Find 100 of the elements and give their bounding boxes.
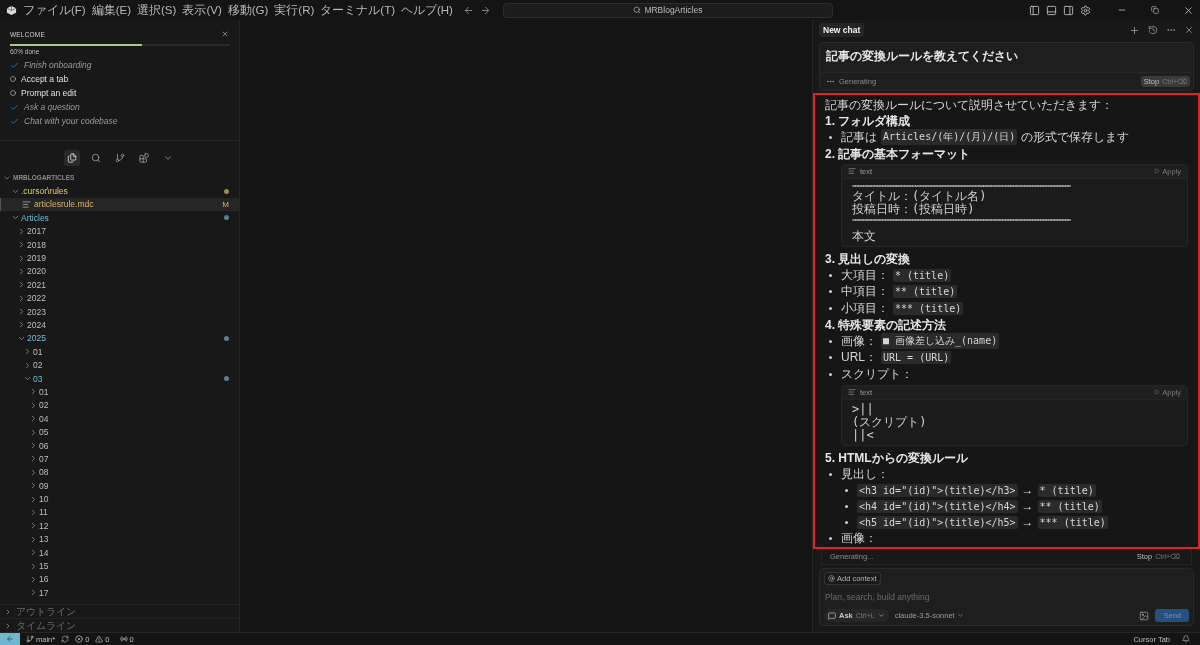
settings-icon[interactable] xyxy=(1080,4,1091,16)
forward-icon[interactable] xyxy=(479,4,491,16)
menu-item[interactable]: 移動(G) xyxy=(227,2,269,18)
menu-item[interactable]: ファイル(F) xyxy=(23,2,86,18)
inline-code: <h4 id="(id)">(title)</h4> xyxy=(857,499,1018,513)
tree-item[interactable]: 2024 xyxy=(0,318,239,332)
tree-item[interactable]: 2019 xyxy=(0,251,239,265)
tree-item[interactable]: 15 xyxy=(0,559,239,573)
bullet-dot xyxy=(829,135,832,139)
bullet-dot xyxy=(845,520,848,524)
task-label[interactable]: Finish onboarding xyxy=(24,60,92,70)
history-icon[interactable] xyxy=(1148,25,1158,35)
tree-item[interactable]: 02 xyxy=(0,358,239,372)
back-icon[interactable] xyxy=(462,4,474,16)
panel-left-icon[interactable] xyxy=(1029,4,1040,16)
bullet-text: 小項目： xyxy=(841,299,889,317)
menu-item[interactable]: ターミナル(T) xyxy=(320,2,395,18)
tree-item[interactable]: 02 xyxy=(0,398,239,413)
menu-item[interactable]: 実行(R) xyxy=(274,2,315,18)
inline-code: *** (title) xyxy=(893,301,964,315)
response-heading: 5. HTMLからの変換ルール xyxy=(825,449,969,466)
tree-item[interactable]: 05 xyxy=(0,425,239,439)
tree-item[interactable]: .cursor\rules xyxy=(0,184,239,198)
task-label[interactable]: Accept a tab xyxy=(21,74,69,84)
tree-item[interactable]: 08 xyxy=(0,465,239,479)
search-icon xyxy=(633,6,642,14)
panel-bottom-icon[interactable] xyxy=(1046,4,1057,16)
tree-item[interactable]: 09 xyxy=(0,479,239,493)
tree-item[interactable]: Articles xyxy=(0,211,239,225)
image-icon[interactable] xyxy=(1139,610,1150,621)
close-icon[interactable] xyxy=(1184,25,1194,35)
query-text: 記事の変換ルールを教えてください xyxy=(820,43,1193,73)
inline-code: *** (title) xyxy=(1037,515,1108,529)
bullet-dot xyxy=(829,472,832,476)
panel-title: タイムライン xyxy=(16,618,76,633)
bullet-dot xyxy=(829,372,832,376)
code-line: 投稿日時：(投稿日時) xyxy=(852,202,975,216)
arrow-icon xyxy=(6,635,14,643)
sync-icon[interactable] xyxy=(61,635,70,643)
menu-item[interactable]: 編集(E) xyxy=(91,2,132,18)
chat-tab[interactable]: New chat xyxy=(819,23,865,37)
bullet-dot xyxy=(829,537,832,541)
prompt-input[interactable]: Plan, search, build anything xyxy=(824,590,1189,604)
task-label[interactable]: Chat with your codebase xyxy=(24,116,118,126)
plus-icon[interactable] xyxy=(1129,24,1140,36)
warning-icon xyxy=(95,635,104,643)
bullet-text: スクリプト： xyxy=(841,365,913,383)
tree-item[interactable]: 2018 xyxy=(0,237,239,252)
bullet-dot xyxy=(829,306,832,310)
task-label[interactable]: Ask a question xyxy=(24,102,80,112)
bullet-text: URL： xyxy=(841,349,877,367)
menu-item[interactable]: 表示(V) xyxy=(182,2,222,18)
response-heading: 1. フォルダ構成 xyxy=(825,113,912,129)
tree-item[interactable]: 2025 xyxy=(0,331,239,346)
tree-item[interactable]: 2023 xyxy=(0,304,239,319)
at-sign-icon xyxy=(828,575,835,582)
close-icon[interactable] xyxy=(221,30,229,38)
panel-right-icon[interactable] xyxy=(1063,4,1074,16)
tree-item[interactable]: 10 xyxy=(0,492,239,506)
inline-code: URL = (URL) xyxy=(881,351,952,365)
code-line: (スクリプト) xyxy=(852,415,928,429)
inline-code: ** (title) xyxy=(893,285,958,299)
tree-item[interactable]: 2017 xyxy=(0,224,239,238)
menu-item[interactable]: 選択(S) xyxy=(137,2,177,18)
search-field[interactable]: MRBlogArticles xyxy=(502,2,833,18)
inline-code: <h5 id="(id)">(title)</h5> xyxy=(857,515,1018,529)
tree-item[interactable]: 2022 xyxy=(0,291,239,305)
bullet-text: の形式で保存します xyxy=(1021,128,1130,146)
tree-item[interactable]: 07 xyxy=(0,452,239,466)
task-label[interactable]: Prompt an edit xyxy=(21,88,77,98)
menu-item[interactable]: ヘルプ(H) xyxy=(401,2,453,18)
tree-item[interactable]: 04 xyxy=(0,412,239,426)
bullet-text: 中項目： xyxy=(841,283,889,301)
branch-icon xyxy=(26,635,34,643)
tree-item[interactable]: 06 xyxy=(0,438,239,453)
tree-item[interactable]: 16 xyxy=(0,572,239,587)
tree-item[interactable]: 01 xyxy=(0,345,239,359)
explorer-icon[interactable] xyxy=(63,150,80,166)
code-line: ||< xyxy=(852,428,874,442)
tree-item[interactable]: 03 xyxy=(0,371,239,386)
tree-item[interactable]: 2020 xyxy=(0,264,239,279)
tree-item[interactable]: 14 xyxy=(0,545,239,560)
app-logo-icon xyxy=(6,4,17,16)
tree-item[interactable]: 11 xyxy=(0,505,239,520)
bell-icon[interactable] xyxy=(1182,635,1190,643)
close-icon[interactable] xyxy=(1183,4,1194,16)
bullet-dot xyxy=(829,273,832,277)
tree-item[interactable]: 17 xyxy=(0,586,239,600)
response-text: 記事の変換ルールについて説明させていただきます： xyxy=(825,97,1114,113)
restore-icon[interactable] xyxy=(1151,6,1159,14)
tree-item[interactable]: 13 xyxy=(0,532,239,546)
dots-icon xyxy=(826,77,835,86)
inline-code: ** (title) xyxy=(1037,499,1102,513)
tree-item[interactable]: 12 xyxy=(0,519,239,533)
tree-item[interactable]: 01 xyxy=(0,385,239,399)
inline-code: * (title) xyxy=(893,268,952,282)
bullet-text: 画像： xyxy=(841,332,877,350)
tree-item[interactable]: 2021 xyxy=(0,278,239,292)
bullet-text: → xyxy=(1021,515,1034,530)
tree-item[interactable]: articlesrule.mdc M xyxy=(0,197,239,212)
